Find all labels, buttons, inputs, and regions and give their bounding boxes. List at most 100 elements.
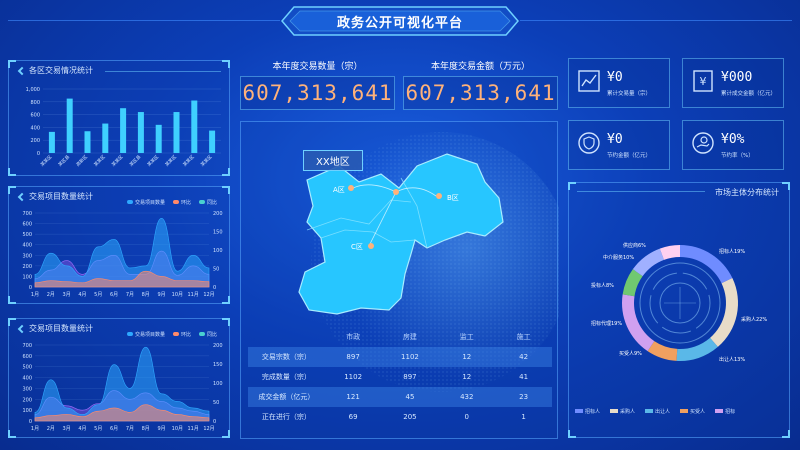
- y-tick-label: 400: [30, 125, 40, 131]
- x-tick-label: 7月: [126, 292, 134, 298]
- kpi-amount-value: 607,313,641: [405, 81, 556, 105]
- donut-slice-label: 招标人19%: [719, 248, 745, 255]
- y-tick-label: 800: [30, 100, 40, 106]
- region-b-label: B区: [447, 194, 459, 202]
- y-tick-label-right: 100: [213, 381, 223, 387]
- donut-slice-label: 出让人13%: [719, 356, 745, 363]
- donut-slice: [632, 248, 664, 277]
- region-center-marker[interactable]: [393, 189, 399, 195]
- stat-card-saved-amount: ¥0 节约金额（亿元）: [568, 120, 670, 170]
- x-tick-label: 1月: [31, 292, 39, 298]
- yen-icon: ¥: [693, 70, 713, 92]
- svg-text:¥: ¥: [700, 75, 707, 88]
- items-area-chart-2: 70060050040030020010002001501005001月 2月 3月…: [22, 343, 223, 432]
- y-tick-label-left: 200: [22, 264, 32, 270]
- y-tick-label-left: 100: [22, 408, 32, 414]
- donut-slice-label: 供应商6%: [623, 242, 646, 249]
- x-tick-label: 2月: [47, 426, 55, 432]
- bar: [66, 98, 73, 153]
- x-tick-label: 12月: [203, 426, 214, 432]
- y-tick-label-left: 500: [22, 365, 32, 371]
- y-tick-label-left: 300: [22, 386, 32, 392]
- y-tick-label: 1,000: [26, 87, 40, 93]
- kpi-amount-label: 本年度交易金额（万元）: [430, 62, 530, 72]
- x-tick-label: 4月: [78, 292, 86, 298]
- y-tick-label-right: 0: [213, 285, 216, 291]
- stats-table: 市政 房建 监工 施工 交易宗数（宗） 897 1102 12 42 完成数量（…: [248, 327, 552, 427]
- bar: [137, 112, 144, 153]
- bar: [102, 123, 109, 153]
- donut-slice-label: 采购人22%: [741, 316, 767, 323]
- x-tick-label: 某某区: [40, 154, 54, 168]
- table-row: 完成数量（宗） 1102 897 12 41: [261, 373, 529, 381]
- legend-item: 招标人: [575, 408, 600, 415]
- title-bar: 政务公开可视化平台: [280, 5, 520, 37]
- stat-value: ¥0: [607, 132, 623, 147]
- y-tick-label-left: 400: [22, 243, 32, 249]
- y-tick-label-left: 600: [22, 354, 32, 360]
- region-c-marker[interactable]: [368, 243, 374, 249]
- y-tick-label-left: 0: [29, 419, 32, 425]
- bar: [120, 108, 127, 153]
- y-tick-label-right: 50: [213, 267, 219, 273]
- page-title: 政务公开可视化平台: [336, 15, 463, 31]
- hand-coin-icon: [692, 132, 714, 154]
- donut-slice-label: 买受人9%: [619, 350, 642, 357]
- bar: [173, 112, 180, 153]
- stat-card-total-amount: ¥ ¥000 累计成交金额（亿元）: [682, 58, 784, 108]
- x-tick-label: 6月: [110, 292, 118, 298]
- y-tick-label-right: 100: [213, 248, 223, 254]
- x-tick-label: 某某区: [146, 154, 160, 168]
- x-tick-label: 11月: [187, 426, 198, 432]
- donut-slice: [622, 294, 655, 352]
- shield-icon: [578, 132, 600, 154]
- stat-label: 累计成交金额（亿元）: [721, 91, 777, 97]
- x-tick-label: 某某区: [164, 154, 178, 168]
- table-header: 市政 房建 监工 施工: [346, 333, 531, 341]
- stat-card-total-volume: ¥0 累计交易量（宗）: [568, 58, 670, 108]
- region-a-label: A区: [333, 186, 345, 194]
- table-row: 交易宗数（宗） 897 1102 12 42: [248, 347, 552, 367]
- y-tick-label-right: 150: [213, 230, 223, 236]
- x-tick-label: 6月: [110, 426, 118, 432]
- table-row: 正在进行（宗） 69 205 0 1: [261, 413, 526, 421]
- y-tick-label-left: 500: [22, 232, 32, 238]
- bar: [191, 100, 198, 153]
- x-tick-label: 4月: [78, 426, 86, 432]
- market-donut-chart: 招标人19% 采购人22% 出让人13% 买受人9% 招标代理19% 投标人8% 中介服务1…: [591, 242, 767, 363]
- region-a-marker[interactable]: [348, 185, 354, 191]
- y-tick-label-left: 700: [22, 211, 32, 217]
- title-line-left: [8, 20, 280, 21]
- district-panel: 各区交易情况统计 1,000 800 600 400 200 0 某某区 某区县 高新区 某某区某…: [8, 60, 230, 176]
- x-tick-label: 某某区: [93, 154, 107, 168]
- y-tick-label: 200: [30, 138, 40, 144]
- items-panel-2: 交易项目数量统计 交易项目数量 环比 同比 700 600 500 400 300 200…: [8, 318, 230, 438]
- x-tick-label: 3月: [63, 426, 71, 432]
- title-line-right: [520, 20, 792, 21]
- legend-item: 出让人: [645, 408, 670, 415]
- stat-value: ¥0: [607, 70, 623, 85]
- y-tick-label-left: 100: [22, 274, 32, 280]
- y-tick-label-left: 0: [29, 285, 32, 291]
- donut-slice: [676, 337, 718, 361]
- legend-item: 买受人: [680, 408, 705, 415]
- items-area-chart-1: 70060050040030020010002001501005001月 2月 3月…: [22, 211, 223, 298]
- x-tick-label: 某区县: [129, 154, 143, 168]
- bar: [84, 131, 91, 153]
- x-tick-label: 9月: [157, 426, 165, 432]
- donut-slice: [710, 278, 738, 347]
- region-b-marker[interactable]: [436, 193, 442, 199]
- stat-label: 节约率（%）: [721, 153, 754, 159]
- y-tick-label-right: 0: [213, 419, 216, 425]
- y-tick-label-left: 700: [22, 343, 32, 349]
- region-title-tag: XX地区: [303, 150, 363, 171]
- x-tick-label: 11月: [187, 292, 198, 298]
- y-tick-label-right: 150: [213, 362, 223, 368]
- x-tick-label: 7月: [126, 426, 134, 432]
- items-panel-1: 交易项目数量统计 交易项目数量 环比 同比 700 600 500 400 300 200…: [8, 186, 230, 304]
- x-tick-label: 12月: [203, 292, 214, 298]
- x-tick-label: 8月: [142, 426, 150, 432]
- district-bar-chart: 1,0008006004002000某某区 某区县 高新区 某某区 某某区 某区县 某某区某…: [26, 87, 221, 168]
- stat-value: ¥0%: [721, 132, 745, 147]
- y-tick-label-right: 200: [213, 211, 223, 217]
